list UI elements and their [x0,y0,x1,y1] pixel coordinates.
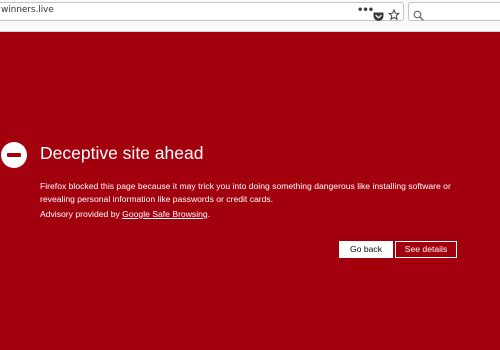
google-safe-browsing-link[interactable]: Google Safe Browsing [122,209,208,219]
url-bar[interactable]: winners.live ••• [0,2,404,21]
meatball-menu-icon[interactable]: ••• [357,6,374,18]
pocket-icon[interactable] [373,7,384,21]
advisory-text: Advisory provided by Google Safe Browsin… [40,209,210,219]
search-input[interactable] [427,4,499,19]
block-icon [1,142,27,168]
page-title: Deceptive site ahead [40,143,204,163]
see-details-button[interactable]: See details [395,241,457,258]
search-icon [413,6,424,21]
advisory-suffix: . [207,209,211,219]
error-description: Firefox blocked this page because it may… [40,181,451,204]
go-back-button[interactable]: Go back [339,241,393,258]
browser-toolbar: winners.live ••• [0,0,500,32]
search-bar[interactable] [408,2,500,21]
star-icon[interactable] [387,6,401,21]
url-text[interactable]: winners.live [1,5,54,15]
advisory-prefix: Advisory provided by [40,209,123,219]
